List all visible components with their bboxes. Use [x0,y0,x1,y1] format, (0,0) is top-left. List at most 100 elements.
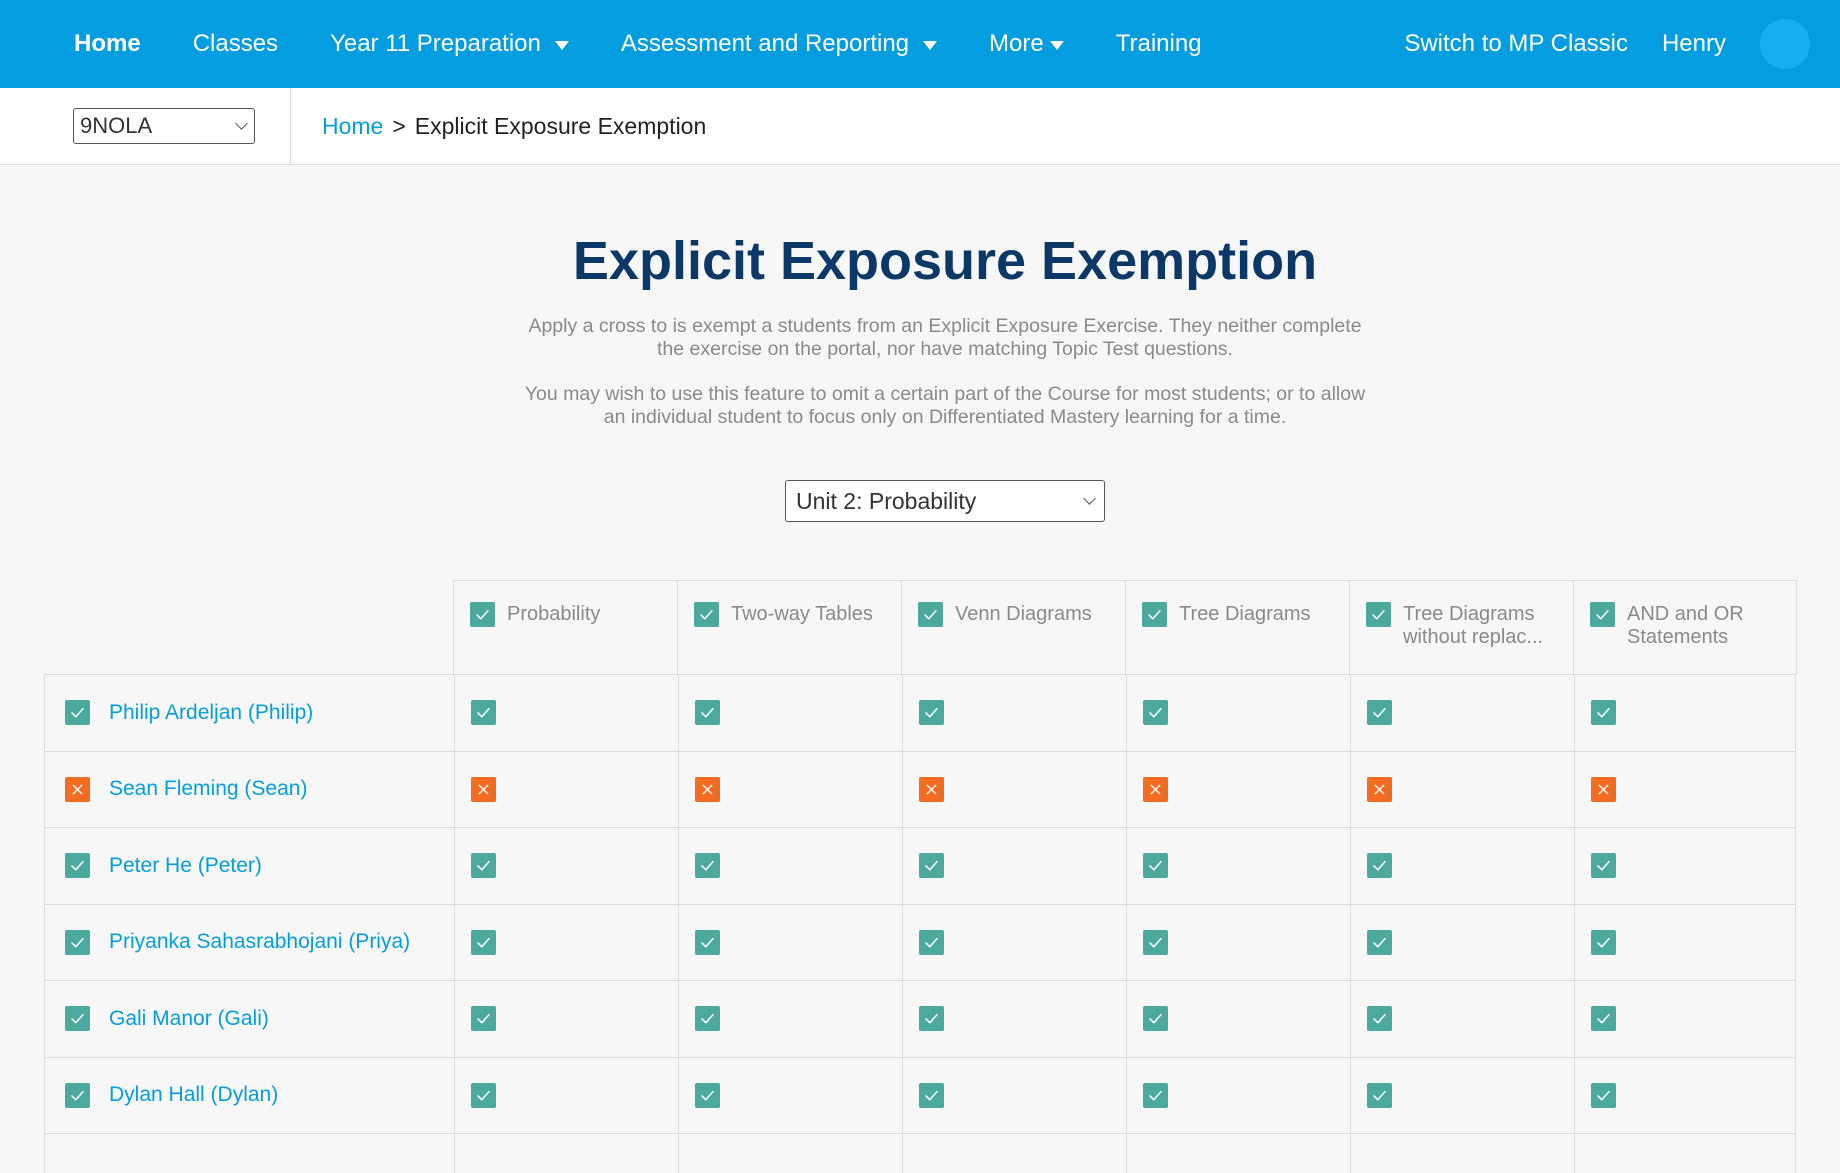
check-icon[interactable] [1367,929,1392,955]
exposure-cell [1350,751,1574,827]
check-icon[interactable] [65,929,90,955]
student-name-link[interactable]: Gali Manor (Gali) [109,1007,269,1031]
exposure-cell [454,1134,678,1173]
check-icon[interactable] [1591,1006,1616,1032]
student-name-link[interactable]: Priyanka Sahasrabhojani (Priya) [109,930,410,954]
user-menu[interactable]: Henry [1662,30,1726,58]
check-icon[interactable] [471,1082,496,1108]
check-icon[interactable] [65,1006,90,1032]
check-icon[interactable] [918,602,943,627]
exposure-cell [1574,981,1798,1057]
check-icon[interactable] [1367,1082,1392,1108]
cross-icon[interactable] [1143,776,1168,802]
check-icon[interactable] [919,1082,944,1108]
exposure-cell [678,904,902,980]
check-icon[interactable] [65,853,90,879]
check-icon[interactable] [65,1082,90,1108]
exposure-cell [902,1057,1126,1133]
check-icon[interactable] [471,700,496,726]
check-icon[interactable] [1142,602,1167,627]
check-icon[interactable] [695,929,720,955]
exposure-cell [1574,675,1798,751]
check-icon[interactable] [1590,602,1615,627]
nav-training[interactable]: Training [1116,30,1202,58]
check-icon[interactable] [471,1006,496,1032]
chevron-down-icon [1083,492,1096,505]
cross-icon[interactable] [1591,776,1616,802]
check-icon[interactable] [1367,1006,1392,1032]
cross-icon[interactable] [919,776,944,802]
student-name-link[interactable]: Dylan Hall (Dylan) [109,1083,278,1107]
exposure-cell [1126,904,1350,980]
check-icon[interactable] [695,1006,720,1032]
column-header: Two-way Tables [677,580,901,674]
column-header: Tree Diagrams [1125,580,1349,674]
check-icon[interactable] [919,700,944,726]
check-icon[interactable] [694,602,719,627]
exposure-cell [1574,1134,1798,1173]
check-icon[interactable] [919,1006,944,1032]
breadcrumb-separator: > [392,112,406,139]
exposure-cell [1126,828,1350,904]
check-icon[interactable] [1366,602,1391,627]
nav-home[interactable]: Home [74,30,141,58]
student-name-link[interactable]: Sean Fleming (Sean) [109,777,307,801]
student-name-link[interactable]: Philip Ardeljan (Philip) [109,701,313,725]
exposure-cell [678,828,902,904]
exposure-cell [454,1057,678,1133]
check-icon[interactable] [1591,853,1616,879]
check-icon[interactable] [1143,1006,1168,1032]
avatar[interactable] [1760,19,1810,69]
cross-icon[interactable] [471,776,496,802]
check-icon[interactable] [1591,700,1616,726]
check-icon[interactable] [919,853,944,879]
column-header-label: Tree Diagrams without replac... [1403,603,1544,648]
exposure-cell [454,904,678,980]
breadcrumb: Home > Explicit Exposure Exemption [291,113,706,140]
table-row: Dylan Hall (Dylan) [44,1056,1796,1133]
check-icon[interactable] [1143,700,1168,726]
exposure-cell [1350,904,1574,980]
check-icon[interactable] [65,700,90,726]
check-icon[interactable] [471,929,496,955]
cross-icon[interactable] [65,776,90,802]
nav-assessment-and-reporting[interactable]: Assessment and Reporting [621,30,938,58]
check-icon[interactable] [1591,929,1616,955]
check-icon[interactable] [471,853,496,879]
switch-to-classic-link[interactable]: Switch to MP Classic [1404,30,1628,58]
exposure-cell [902,1134,1126,1173]
check-icon[interactable] [1143,929,1168,955]
exposure-cell [454,828,678,904]
check-icon[interactable] [695,700,720,726]
check-icon[interactable] [695,853,720,879]
exposure-cell [1350,1134,1574,1173]
check-icon[interactable] [695,1082,720,1108]
nav-more[interactable]: More [989,30,1064,58]
cross-icon[interactable] [695,776,720,802]
exposure-cell [678,981,902,1057]
chevron-down-icon [235,117,248,130]
nav-year-11-preparation[interactable]: Year 11 Preparation [330,30,569,58]
check-icon[interactable] [470,602,495,627]
nav-user-area: Switch to MP Classic Henry [1404,0,1840,88]
column-header-label: AND and OR Statements [1627,603,1744,648]
check-icon[interactable] [919,929,944,955]
check-icon[interactable] [1143,1082,1168,1108]
check-icon[interactable] [1143,853,1168,879]
check-icon[interactable] [1367,853,1392,879]
unit-select[interactable]: Unit 2: Probability [785,480,1105,522]
table-row [44,1133,1796,1173]
exposure-cell [1126,1134,1350,1173]
cross-icon[interactable] [1367,776,1392,802]
student-name-link[interactable]: Peter He (Peter) [109,854,262,878]
check-icon[interactable] [1591,1082,1616,1108]
nav-classes[interactable]: Classes [193,30,278,58]
check-icon[interactable] [1367,700,1392,726]
breadcrumb-home-link[interactable]: Home [322,113,383,140]
table-row: Philip Ardeljan (Philip) [44,674,1796,751]
class-select[interactable]: 9NOLA [73,108,255,144]
column-header: AND and OR Statements [1573,580,1797,674]
sub-header: 9NOLA Home > Explicit Exposure Exemption [0,88,1840,165]
column-header: Tree Diagrams without replac... [1349,580,1573,674]
student-name-cell: Gali Manor (Gali) [45,981,454,1057]
